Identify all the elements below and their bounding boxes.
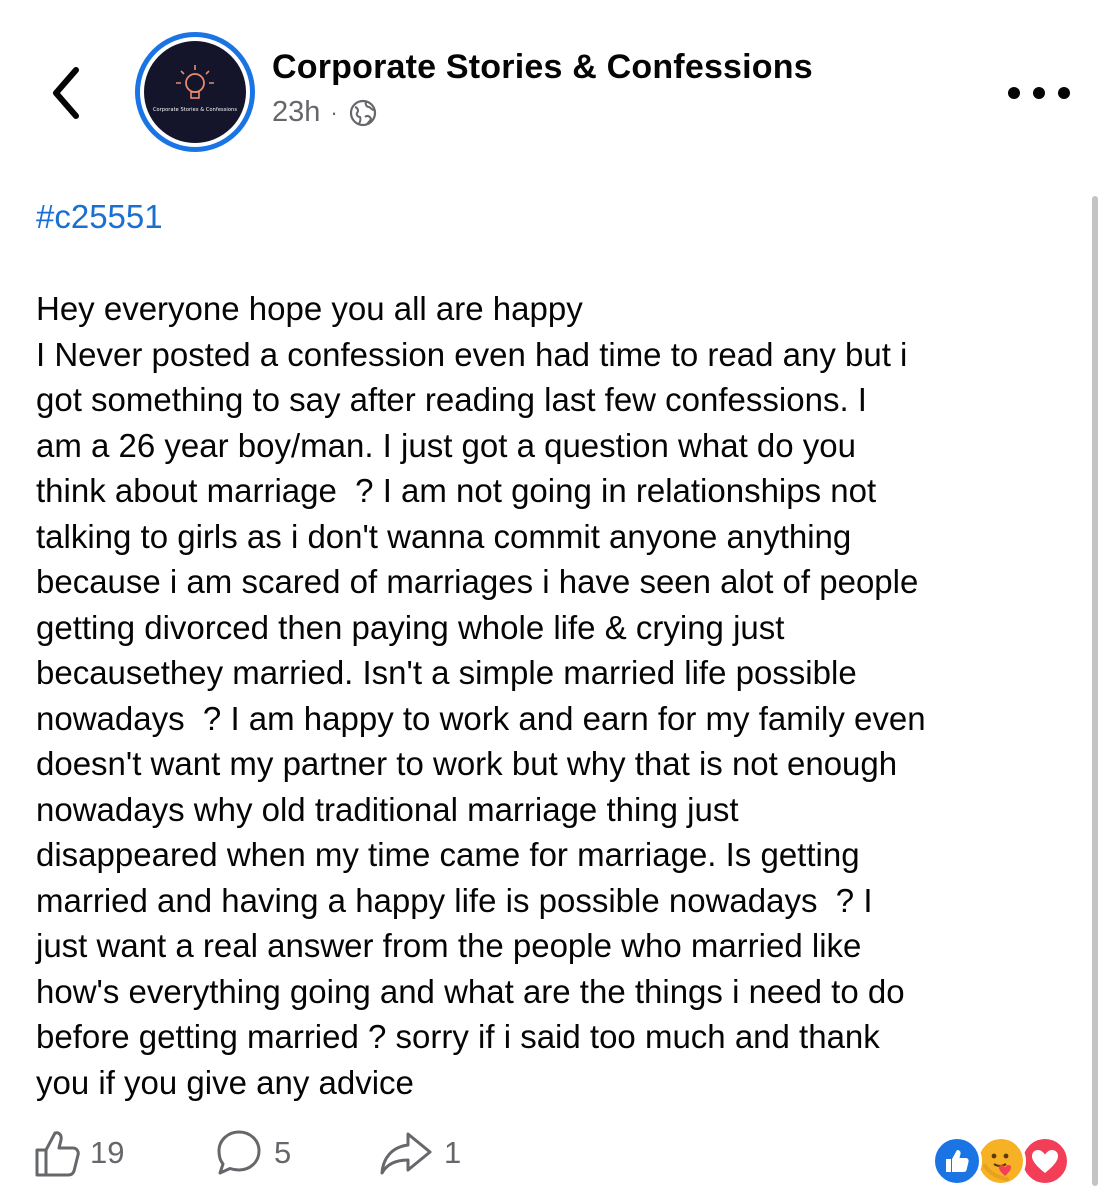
- post-text-line: because i am scared of marriages i have …: [36, 563, 919, 600]
- avatar-logo-text: Corporate Stories & Confessions: [152, 107, 238, 113]
- post-text-line: think about marriage ? I am not going in…: [36, 472, 877, 509]
- like-icon: [35, 1131, 80, 1177]
- like-count: 19: [90, 1135, 125, 1170]
- lightbulb-icon: [176, 65, 214, 99]
- post-text-line: nowadays why old traditional marriage th…: [36, 790, 739, 828]
- post-text-line: just want a real answer from the people …: [36, 927, 862, 964]
- share-icon: [380, 1132, 432, 1175]
- care-reaction-icon: [976, 1136, 1026, 1186]
- more-dots-icon: [1033, 87, 1045, 99]
- post-text-line: got something to say after reading last …: [36, 381, 867, 418]
- post-header: Corporate Stories & Confessions Corporat…: [0, 0, 1106, 190]
- globe-icon: [349, 99, 376, 126]
- meta-separator: ·: [330, 99, 338, 125]
- post-time[interactable]: 23h: [272, 96, 320, 129]
- more-dots-icon: [1008, 87, 1020, 99]
- share-count: 1: [444, 1135, 462, 1170]
- post-text-line: getting divorced then paying whole life …: [36, 608, 785, 646]
- comment-count: 5: [274, 1135, 292, 1170]
- post-text-line: disappeared when my time came for marria…: [36, 836, 860, 873]
- post-text-line: Hey everyone hope you all are happy: [36, 290, 583, 327]
- avatar-image: Corporate Stories & Confessions: [144, 41, 246, 143]
- page-name[interactable]: Corporate Stories & Confessions: [272, 48, 813, 87]
- post-text-line: doesn't want my partner to work but why …: [36, 745, 898, 782]
- love-reaction-icon: [1020, 1136, 1070, 1186]
- post-text-line: I Never posted a confession even had tim…: [36, 335, 908, 373]
- back-button[interactable]: [40, 58, 96, 128]
- post-text-line: becausethey married. Isn't a simple marr…: [36, 654, 857, 691]
- post-text-line: married and having a happy life is possi…: [36, 881, 873, 919]
- post-text-line: nowadays ? I am happy to work and earn f…: [36, 699, 926, 737]
- share-button[interactable]: 1: [378, 1128, 461, 1178]
- post-text-line: how's everything going and what are the …: [36, 972, 905, 1010]
- reaction-summary[interactable]: [932, 1136, 1072, 1188]
- post-text-line: you if you give any advice: [36, 1063, 414, 1101]
- more-dots-icon: [1058, 87, 1070, 99]
- page-avatar[interactable]: Corporate Stories & Confessions: [135, 32, 255, 152]
- post-hashtag[interactable]: #c25551: [36, 198, 163, 236]
- like-button[interactable]: 19: [34, 1128, 124, 1178]
- like-reaction-icon: [932, 1136, 982, 1186]
- post-text-line: talking to girls as i don't wanna commit…: [36, 517, 852, 555]
- comment-button[interactable]: 5: [214, 1128, 291, 1178]
- more-options-button[interactable]: [1008, 78, 1070, 108]
- comment-icon: [217, 1130, 261, 1175]
- post-text-line: before getting married ? sorry if i said…: [36, 1018, 880, 1055]
- scrollbar[interactable]: [1092, 196, 1098, 1186]
- post-meta: 23h ·: [272, 96, 378, 129]
- back-chevron-icon: [53, 67, 79, 119]
- post-body: Hey everyone hope you all are happy I Nev…: [36, 286, 1076, 1105]
- post-text-line: am a 26 year boy/man. I just got a quest…: [36, 426, 856, 464]
